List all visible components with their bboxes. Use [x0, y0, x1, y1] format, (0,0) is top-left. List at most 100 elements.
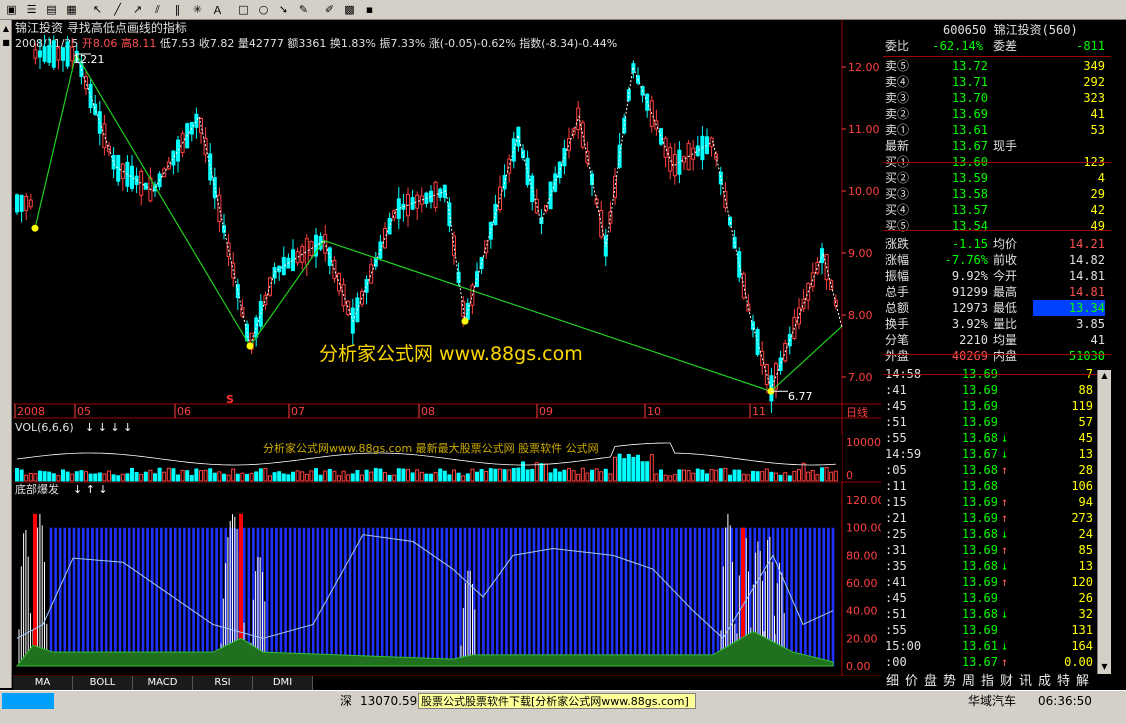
volume-bar [79, 470, 84, 482]
info-field: 量42777 [238, 37, 288, 50]
quote-cell: 卖② [885, 107, 910, 121]
volume-bar [686, 470, 691, 482]
volume-bar [116, 475, 121, 482]
banner[interactable]: 股票公式股票软件下载[分析家公式网www.88gs.com] [418, 693, 696, 709]
side-icon[interactable]: ▲ [1, 24, 11, 34]
quote-tab[interactable]: 价 [902, 674, 921, 690]
volume-bar [691, 472, 696, 482]
quote-cell: 13.67 [951, 139, 988, 153]
fan-icon[interactable]: ✳ [188, 1, 207, 18]
indicator-tab[interactable]: MA [13, 676, 73, 690]
quote-tab[interactable]: 势 [940, 674, 959, 690]
volume-bar [718, 468, 723, 482]
volume-bar [599, 471, 604, 482]
kline-chart[interactable]: 锦江投资 寻找高低点画线的指标 2008/11/25 开8.06 高8.11 低… [13, 20, 881, 688]
side-icon[interactable]: ■ [1, 38, 11, 48]
candle-body [576, 107, 581, 131]
info-field: 振7.33% [379, 36, 428, 50]
quote-cell: 12973 [951, 301, 988, 315]
rect-icon[interactable]: □ [234, 1, 253, 18]
indicator-tab[interactable]: RSI [193, 676, 253, 690]
quote-cell: 0.00 [1064, 655, 1093, 669]
ask-row: 卖⑤ 13.72 349 [883, 58, 1111, 74]
scroll-up-icon[interactable]: ▲ [1099, 371, 1110, 382]
quote-cell: :55 [885, 431, 907, 445]
clock: 06:36:50 [1038, 694, 1092, 708]
toolbar: ▣ ☰ ▤ ▦ ↖ ╱ ↗ ⫽ ‖ ✳ Ａ □ ○ ➘ ✎ ✐ ▩ ▪ [0, 0, 1126, 20]
quote-cell: :45 [885, 399, 907, 413]
tick-row: :00 13.67 ↑ 0.00 [883, 654, 1111, 670]
quote-divider [883, 374, 1111, 375]
quote-cell: 13.59 [951, 171, 988, 185]
tick-row: :41 13.69 ↑ 120 [883, 574, 1111, 590]
quote-cell: 13.68 [961, 463, 998, 477]
volume-bar [576, 473, 581, 482]
ray-icon[interactable]: ↗ [128, 1, 147, 18]
volume-bar [295, 470, 300, 482]
quote-tab[interactable]: 细 [883, 674, 902, 690]
quote-tab[interactable]: 指 [978, 674, 997, 690]
quote-tab[interactable]: 特 [1054, 674, 1073, 690]
quote-cell: :45 [885, 591, 907, 605]
quote-tab[interactable]: 盘 [921, 674, 940, 690]
list-icon[interactable]: ☰ [22, 1, 41, 18]
quote-cell: 13 [1078, 447, 1093, 461]
quote-tab[interactable]: 解 [1073, 674, 1092, 690]
arrow-icon[interactable]: ➘ [274, 1, 293, 18]
ind-tick-label: 80.00 [846, 549, 878, 562]
quote-tab[interactable]: 财 [997, 674, 1016, 690]
label-icon[interactable]: ✎ [294, 1, 313, 18]
volume-bar [801, 462, 806, 482]
quote-cell: :00 [885, 655, 907, 669]
volume-bar [157, 467, 162, 482]
info-field: 低7.53 [160, 37, 199, 50]
indicator-tab[interactable]: MACD [133, 676, 193, 690]
indicator-tab[interactable]: DMI [253, 676, 313, 690]
quote-cell: ↑ [1001, 543, 1009, 557]
volume-bar [562, 469, 567, 482]
volume-bar [774, 472, 778, 482]
indicator-tab[interactable]: BOLL [73, 676, 133, 690]
window-icon[interactable]: ▣ [2, 1, 21, 18]
quote-cell: 买② [885, 171, 910, 185]
quote-cell: 13.69 [961, 543, 998, 557]
chart-icon[interactable]: ▤ [42, 1, 61, 18]
candle-body [608, 211, 613, 224]
text-icon[interactable]: Ａ [208, 1, 227, 18]
bid-row: 买③ 13.58 29 [883, 186, 1111, 202]
save-icon[interactable]: ▪ [360, 1, 379, 18]
circle-icon[interactable]: ○ [254, 1, 273, 18]
quote-cell: 13.34 [1033, 300, 1105, 316]
candle-body [295, 251, 300, 264]
quote-tab[interactable]: 周 [959, 674, 978, 690]
volume-bar [677, 469, 682, 482]
cursor-icon[interactable]: ↖ [88, 1, 107, 18]
quote-cell: 13.68 [961, 607, 998, 621]
volume-bar [291, 471, 295, 482]
scroll-down-icon[interactable]: ▼ [1099, 662, 1110, 673]
quote-cell: ↑ [1001, 463, 1009, 477]
vlines-icon[interactable]: ‖ [168, 1, 187, 18]
quote-tab[interactable]: 讯 [1016, 674, 1035, 690]
quote-cell: 41 [1090, 333, 1105, 347]
volume-bar [300, 471, 305, 482]
volume-bar [180, 469, 185, 482]
ticks-scrollbar[interactable]: ▲ ▼ [1097, 370, 1111, 674]
chart-area[interactable]: 锦江投资 寻找高低点画线的指标 2008/11/25 开8.06 高8.11 低… [13, 20, 881, 688]
volume-bar [810, 470, 815, 482]
ind-arrows: ↓ ↑ ↓ [73, 483, 108, 496]
quote-cell: 349 [1083, 59, 1105, 73]
quote-cell: 卖⑤ [885, 59, 910, 73]
grid-icon[interactable]: ▦ [62, 1, 81, 18]
palette-icon[interactable]: ▩ [340, 1, 359, 18]
volume-bar [383, 472, 387, 482]
candle-body [557, 161, 562, 178]
eraser-icon[interactable]: ✐ [320, 1, 339, 18]
volume-bar [166, 467, 171, 482]
quote-cell: :55 [885, 623, 907, 637]
volume-bar [548, 472, 553, 482]
parallel-icon[interactable]: ⫽ [148, 1, 167, 18]
quote-tab[interactable]: 成 [1035, 674, 1054, 690]
line-icon[interactable]: ╱ [108, 1, 127, 18]
candle-body [130, 165, 134, 189]
